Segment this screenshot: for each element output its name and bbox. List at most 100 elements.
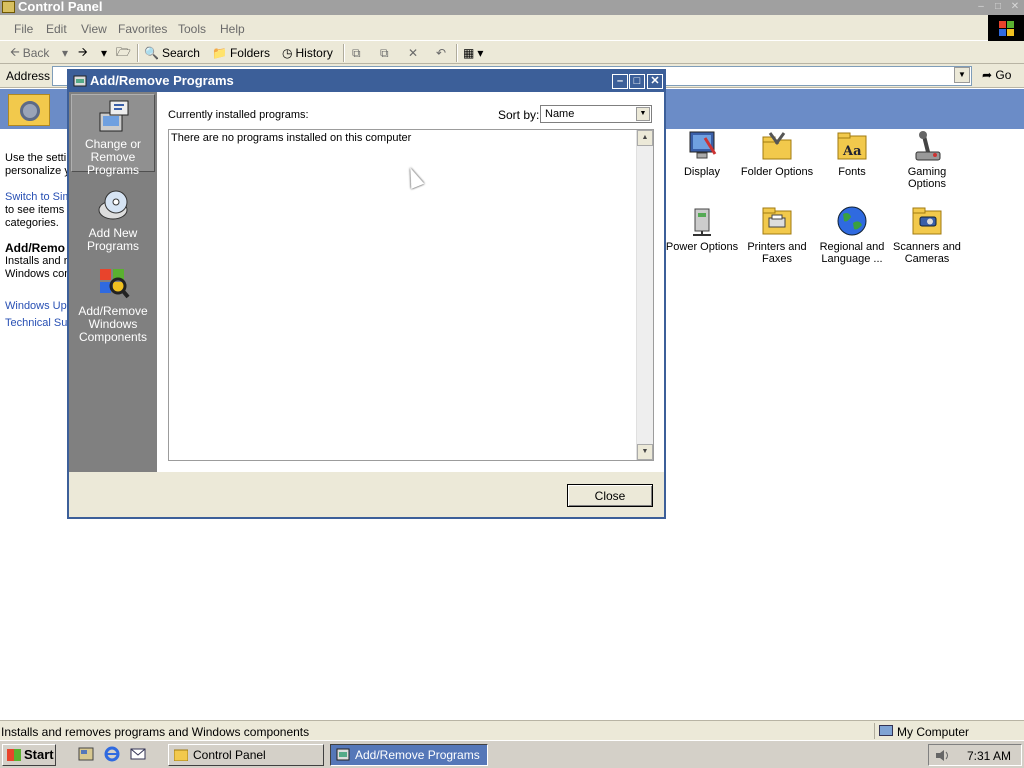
- regional-language-item[interactable]: Regional and Language ...: [815, 205, 889, 265]
- toolbar-separator: [343, 44, 345, 62]
- installed-programs-label: Currently installed programs:: [168, 109, 309, 121]
- power-options-icon: [685, 205, 719, 237]
- add-remove-programs-task-icon: [336, 748, 350, 761]
- scanners-cameras-item[interactable]: Scanners and Cameras: [890, 205, 964, 265]
- back-button[interactable]: 🡨 Back: [10, 44, 49, 62]
- menu-tools[interactable]: Tools: [178, 22, 206, 36]
- gaming-options-item[interactable]: Gaming Options: [890, 130, 964, 190]
- views-button[interactable]: ▦ ▾: [463, 44, 483, 62]
- outlook-express-icon[interactable]: [130, 746, 146, 762]
- selected-item-description: Windows com: [5, 268, 74, 280]
- undo-icon: ↶: [436, 46, 447, 60]
- change-remove-programs-icon: [96, 99, 130, 133]
- control-panel-left-pane: Use the setti personalize y Switch to Si…: [0, 129, 74, 709]
- printers-faxes-item[interactable]: Printers and Faxes: [740, 205, 814, 265]
- dialog-footer: Close: [69, 472, 664, 517]
- dialog-titlebar[interactable]: Add/Remove Programs – □ ✕: [69, 71, 664, 92]
- minimize-icon[interactable]: –: [973, 1, 989, 14]
- globe-icon: [835, 205, 869, 237]
- toolbar: 🡨 Back ▾ 🡪 ▾ 🗁 🔍 Search 📁 Folders ◷ History …: [0, 41, 1024, 64]
- internet-explorer-icon[interactable]: [104, 746, 120, 762]
- maximize-icon[interactable]: □: [990, 1, 1006, 14]
- forward-dropdown-icon[interactable]: ▾: [101, 44, 107, 62]
- taskbar-control-panel[interactable]: Control Panel: [168, 744, 324, 766]
- copy-to-button[interactable]: ⧉: [380, 44, 389, 62]
- selected-item-title: Add/Remo: [5, 241, 65, 255]
- dialog-sidebar: Change or Remove Programs Add New Progra…: [69, 92, 157, 472]
- folders-icon: 📁: [212, 46, 227, 60]
- history-icon: ◷: [282, 46, 293, 60]
- control-panel-folder-icon: [8, 94, 50, 126]
- up-folder-button[interactable]: 🗁: [116, 44, 131, 62]
- folder-options-item[interactable]: Folder Options: [740, 130, 814, 178]
- toolbar-separator: [456, 44, 458, 62]
- search-icon: 🔍: [144, 46, 159, 60]
- sidebar-change-remove-programs[interactable]: Change or Remove Programs: [71, 94, 155, 177]
- sidebar-add-remove-windows-components[interactable]: Add/Remove Windows Components: [71, 262, 155, 344]
- undo-button[interactable]: ↶: [436, 44, 446, 62]
- intro-text: personalize y: [5, 165, 70, 177]
- my-computer-icon: [879, 725, 893, 736]
- menu-help[interactable]: Help: [220, 22, 245, 36]
- close-icon[interactable]: ✕: [1007, 1, 1023, 14]
- menu-file[interactable]: File: [14, 22, 33, 36]
- menu-edit[interactable]: Edit: [46, 22, 67, 36]
- intro-text: Use the setti: [5, 152, 67, 164]
- minimize-icon[interactable]: –: [612, 74, 628, 89]
- selected-item-description: Installs and r: [5, 255, 68, 267]
- windows-update-link[interactable]: Windows Upd: [5, 300, 73, 312]
- speaker-icon[interactable]: [935, 749, 949, 762]
- search-button[interactable]: 🔍 Search: [144, 44, 200, 62]
- clock[interactable]: 7:31 AM: [967, 749, 1011, 763]
- back-dropdown-icon[interactable]: ▾: [62, 44, 68, 62]
- control-panel-icon: [2, 1, 15, 13]
- power-options-item[interactable]: Power Options: [665, 205, 739, 253]
- add-remove-programs-icon: [73, 74, 87, 88]
- control-panel-titlebar[interactable]: Control Panel – □ ✕: [0, 0, 1024, 15]
- list-scrollbar[interactable]: ▲ ▼: [636, 130, 653, 460]
- display-item[interactable]: Display: [665, 130, 739, 178]
- status-bar: Installs and removes programs and Window…: [0, 720, 1024, 740]
- scroll-down-icon[interactable]: ▼: [637, 444, 653, 460]
- system-tray: 7:31 AM: [928, 744, 1022, 766]
- dialog-content: Currently installed programs: Sort by: N…: [157, 92, 664, 472]
- cd-install-icon: [96, 188, 130, 222]
- dialog-title: Add/Remove Programs: [90, 73, 234, 88]
- sort-by-select[interactable]: Name ▼: [540, 105, 652, 123]
- views-dropdown-icon: ▾: [477, 46, 484, 60]
- switch-to-simple-view-link[interactable]: Switch to Sim: [5, 191, 72, 203]
- close-button[interactable]: Close: [567, 484, 653, 507]
- scanner-icon: [910, 205, 944, 237]
- move-to-button[interactable]: ⧉: [352, 44, 361, 62]
- windows-components-icon: [96, 266, 130, 300]
- status-text: Installs and removes programs and Window…: [1, 725, 310, 739]
- address-label: Address: [6, 69, 51, 83]
- window-title: Control Panel: [18, 0, 103, 14]
- start-button[interactable]: Start: [2, 744, 56, 766]
- back-arrow-icon: 🡨: [10, 44, 20, 59]
- windows-flag-icon: [7, 749, 21, 761]
- taskbar-add-remove-programs[interactable]: Add/Remove Programs: [330, 744, 488, 766]
- control-panel-task-icon: [173, 748, 189, 762]
- sidebar-add-new-programs[interactable]: Add New Programs: [71, 184, 155, 253]
- menu-favorites[interactable]: Favorites: [118, 22, 167, 36]
- history-button[interactable]: ◷ History: [282, 44, 333, 62]
- maximize-icon[interactable]: □: [629, 74, 645, 89]
- empty-list-message: There are no programs installed on this …: [171, 132, 412, 144]
- svg-text:Aa: Aa: [842, 144, 862, 159]
- add-remove-programs-dialog: Add/Remove Programs – □ ✕ Change or Remo…: [67, 69, 666, 519]
- chevron-down-icon[interactable]: ▼: [636, 107, 650, 121]
- delete-button[interactable]: ✕: [408, 44, 418, 62]
- menu-view[interactable]: View: [81, 22, 107, 36]
- fonts-item[interactable]: Aa Fonts: [815, 130, 889, 178]
- show-desktop-icon[interactable]: [78, 746, 94, 762]
- taskbar: Start Control Panel Add/Remove Programs …: [0, 740, 1024, 768]
- address-dropdown-icon[interactable]: ▼: [954, 67, 970, 83]
- close-icon[interactable]: ✕: [647, 74, 663, 89]
- technical-support-link[interactable]: Technical Sup: [5, 317, 74, 329]
- folders-button[interactable]: 📁 Folders: [212, 44, 270, 62]
- forward-button[interactable]: 🡪: [78, 44, 88, 62]
- toolbar-separator: [137, 44, 139, 62]
- go-button[interactable]: ➦ Go: [982, 68, 1011, 82]
- scroll-up-icon[interactable]: ▲: [637, 130, 653, 146]
